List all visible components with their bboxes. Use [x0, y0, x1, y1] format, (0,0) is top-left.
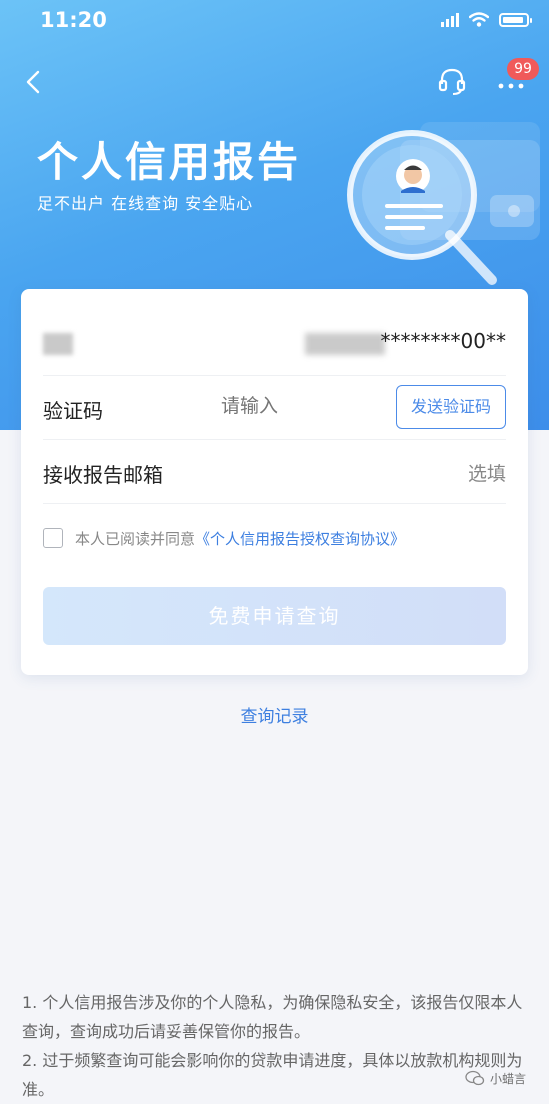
query-form-card: ********00** 验证码 发送验证码 接收报告邮箱 选填 本人已阅读并同…	[21, 289, 528, 675]
notification-badge: 99	[507, 58, 539, 80]
code-input[interactable]	[221, 395, 391, 417]
note-item: 2. 过于频繁查询可能会影响你的贷款申请进度，具体以放款机构规则为准。	[22, 1051, 523, 1099]
query-records-link[interactable]: 查询记录	[0, 702, 549, 727]
agreement-link[interactable]: 《个人信用报告授权查询协议》	[195, 528, 405, 549]
watermark: 小蜡言	[465, 1070, 526, 1087]
page-title: 个人信用报告	[37, 138, 301, 186]
agreement-row: 本人已阅读并同意 《个人信用报告授权查询协议》	[43, 526, 405, 550]
battery-icon	[499, 12, 532, 27]
agree-text: 本人已阅读并同意	[75, 529, 196, 548]
page-subtitle: 足不出户 在线查询 安全贴心	[37, 194, 254, 213]
status-icons	[441, 12, 532, 27]
verify-code-row: 验证码 发送验证码	[43, 375, 506, 440]
submit-button[interactable]: 免费申请查询	[43, 587, 506, 645]
notes: 1. 个人信用报告涉及你的个人隐私，为确保隐私安全，该报告仅限本人查询，查询成功…	[22, 988, 532, 1104]
agree-checkbox[interactable]	[43, 528, 63, 548]
signal-icon	[441, 12, 459, 27]
credit-report-illustration	[330, 100, 549, 304]
status-bar: 11:20	[0, 0, 549, 44]
masked-name	[43, 333, 73, 355]
wifi-icon	[469, 12, 489, 27]
masked-id-prefix	[305, 333, 385, 355]
headset-icon[interactable]	[437, 66, 467, 96]
wechat-icon	[465, 1070, 485, 1086]
status-time: 11:20	[40, 8, 107, 32]
send-code-button[interactable]: 发送验证码	[396, 385, 506, 429]
note-item: 1. 个人信用报告涉及你的个人隐私，为确保隐私安全，该报告仅限本人查询，查询成功…	[22, 993, 523, 1041]
masked-id-number: ********00**	[380, 329, 506, 353]
email-input[interactable]: 选填	[468, 459, 506, 486]
email-label: 接收报告邮箱	[43, 463, 163, 487]
code-label: 验证码	[43, 399, 103, 423]
watermark-text: 小蜡言	[490, 1072, 527, 1086]
identity-row: ********00**	[43, 311, 506, 376]
back-icon[interactable]	[22, 68, 46, 96]
email-row: 接收报告邮箱 选填	[43, 439, 506, 504]
